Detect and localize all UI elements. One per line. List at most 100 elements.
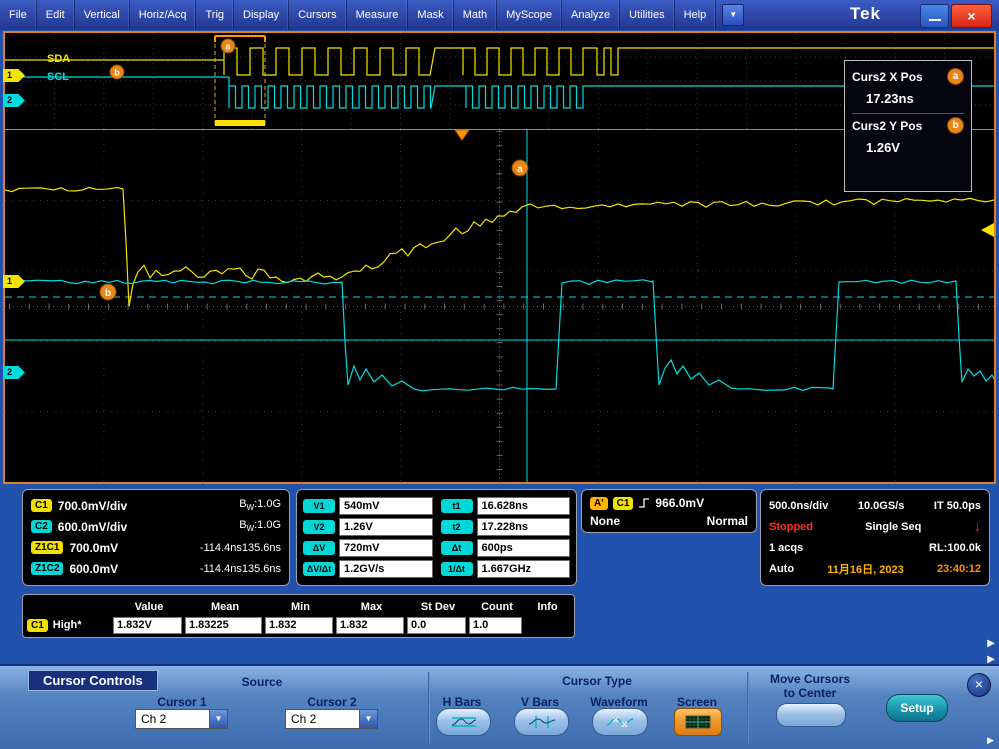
cursor2-source-value: Ch 2: [291, 712, 317, 726]
acq-mode: Single Seq: [865, 520, 922, 533]
meas-source-badge: C1: [27, 618, 48, 632]
trigger-position-icon[interactable]: [454, 130, 470, 141]
dv-value: 720mV: [339, 538, 433, 557]
minimize-button[interactable]: [920, 4, 949, 28]
dt-badge: Δt: [440, 540, 473, 555]
cursor2-source-select[interactable]: Ch 2 ▼: [285, 709, 378, 729]
sample-rate: 10.0GS/s: [857, 499, 905, 512]
cursor2-chevron-down-icon[interactable]: ▼: [359, 710, 377, 728]
it-resolution: IT 50.0ps: [933, 499, 981, 512]
waveform-label: Waveform: [590, 695, 648, 709]
cursor-readout-box: Curs2 X Pos a 17.23ns Curs2 Y Pos b 1.26…: [844, 60, 972, 192]
v1-badge: V1: [303, 498, 335, 513]
dvdt-value: 1.2GV/s: [339, 559, 433, 578]
menu-file[interactable]: File: [0, 0, 37, 30]
trigger-source-badge: C1: [612, 496, 634, 510]
t1-value: 16.628ns: [476, 496, 570, 515]
trigger-level: 966.0mV: [655, 496, 705, 510]
menu-mask[interactable]: Mask: [408, 0, 454, 30]
col-count: Count: [481, 601, 513, 613]
menu-utilities[interactable]: Utilities: [620, 0, 675, 30]
inv-dt-value: 1.667GHz: [476, 559, 570, 578]
vbars-button[interactable]: [514, 708, 569, 736]
tek-logo: Tek: [849, 4, 881, 23]
cursor-b-letter: b: [105, 288, 111, 299]
waveform-display: a b a b SDA SCL 1 2 1 2 Curs2 X Pos a 17…: [3, 31, 996, 484]
horizontal-status-box: 500.0ns/div 10.0GS/s IT 50.0ps Stopped S…: [760, 489, 990, 586]
menu-overflow-chevron-down-icon[interactable]: ▼: [722, 4, 745, 26]
z1c1-scale: 700.0mV: [69, 540, 119, 555]
acq-count: 1 acqs: [769, 541, 804, 554]
menu-horiz-acq[interactable]: Horiz/Acq: [130, 0, 197, 30]
col-min: Min: [291, 601, 310, 613]
timebase: 500.0ns/div: [769, 499, 829, 512]
zoom1-ch2-row: Z1C2 600.0mV -114.4ns135.6ns: [31, 558, 281, 579]
menu-math[interactable]: Math: [454, 0, 498, 30]
move-cursors-label: Move Cursors to Center: [769, 672, 851, 700]
menu-analyze[interactable]: Analyze: [562, 0, 621, 30]
screen-icon: [685, 715, 711, 729]
z1c1-badge: Z1C1: [31, 541, 64, 554]
trigger-slope-icon: [639, 498, 650, 508]
cursor-type-label: Cursor Type: [562, 674, 632, 688]
menu-cursors[interactable]: Cursors: [289, 0, 347, 30]
graticule-ticks: [8, 131, 980, 470]
meas-name: High*: [52, 619, 82, 631]
menu-edit[interactable]: Edit: [37, 0, 75, 30]
panel-expand-arrow-icon[interactable]: ▶: [987, 639, 995, 649]
dt-value: 600ps: [476, 538, 570, 557]
trigger-mode: Normal: [706, 514, 748, 528]
time-label: 23:40:12: [936, 562, 981, 575]
waveform-icon: [606, 716, 634, 728]
menu-measure[interactable]: Measure: [347, 0, 409, 30]
cursor1-source-select[interactable]: Ch 2 ▼: [135, 709, 228, 729]
screen-button[interactable]: [674, 708, 722, 736]
z1c2-position: -114.4ns135.6ns: [199, 562, 281, 575]
cursor-a-letter: a: [517, 164, 523, 175]
sda-trace-label: SDA: [47, 53, 71, 65]
scl-trace-label: SCL: [47, 71, 69, 83]
move-cursors-button[interactable]: [776, 703, 846, 727]
cursor-measurements-box: V1 540mV V2 1.26V ΔV 720mV ΔV/Δt 1.2GV/s t1 1…: [296, 489, 577, 586]
menu-vertical[interactable]: Vertical: [75, 0, 130, 30]
panel-divider2: [747, 672, 749, 743]
setup-button[interactable]: Setup: [886, 694, 948, 722]
menu-bar: File Edit Vertical Horiz/Acq Trig Displa…: [0, 0, 999, 30]
panel-corner-arrow-icon[interactable]: ▶: [987, 735, 994, 746]
single-seq-arrow-icon: ↓: [973, 518, 982, 535]
zoom1-ch1-row: Z1C1 700.0mV -114.4ns135.6ns: [31, 537, 281, 558]
menu-display[interactable]: Display: [234, 0, 290, 30]
cursor1-chevron-down-icon[interactable]: ▼: [209, 710, 227, 728]
cursor1-label: Cursor 1: [157, 695, 207, 709]
col-mean: Mean: [210, 601, 240, 613]
z1c2-scale: 600.0mV: [69, 561, 119, 576]
cursor1-source-value: Ch 2: [141, 712, 167, 726]
z1c1-position: -114.4ns135.6ns: [199, 541, 281, 554]
trigger-status-box: A' C1 966.0mV None Normal: [581, 489, 757, 533]
waveform-button[interactable]: [592, 708, 648, 736]
vbars-icon: [528, 716, 555, 728]
vbars-label: V Bars: [520, 695, 560, 709]
inv-dt-badge: 1/Δt: [440, 561, 473, 576]
ch1-bandwidth: BW:1.0G: [239, 498, 281, 513]
v2-badge: V2: [303, 519, 335, 534]
dv-badge: ΔV: [303, 540, 335, 555]
trigger-level-arrow-icon[interactable]: [981, 223, 994, 237]
menu-trig[interactable]: Trig: [196, 0, 235, 30]
zoom-region-bar[interactable]: [215, 120, 265, 126]
dvdt-badge: ΔV/Δt: [303, 561, 335, 576]
meas-stdev: 0.0: [407, 616, 466, 634]
menu-myscope[interactable]: MyScope: [497, 0, 563, 30]
curs2-x-value: 17.23ns: [866, 91, 914, 106]
panel-close-icon[interactable]: ×: [967, 673, 991, 697]
source-label: Source: [241, 675, 283, 689]
menu-help[interactable]: Help: [675, 0, 717, 30]
curs2-y-label: Curs2 Y Pos: [852, 118, 923, 133]
hbars-button[interactable]: [436, 708, 491, 736]
ch2-bandwidth: BW:1.0G: [239, 519, 281, 534]
cursor-a-badge-icon: a: [947, 68, 964, 85]
close-button[interactable]: ×: [951, 4, 992, 28]
screen-label: Screen: [676, 695, 718, 709]
meas-mean: 1.83225: [185, 616, 262, 634]
trigger-a-badge: A': [590, 496, 608, 510]
